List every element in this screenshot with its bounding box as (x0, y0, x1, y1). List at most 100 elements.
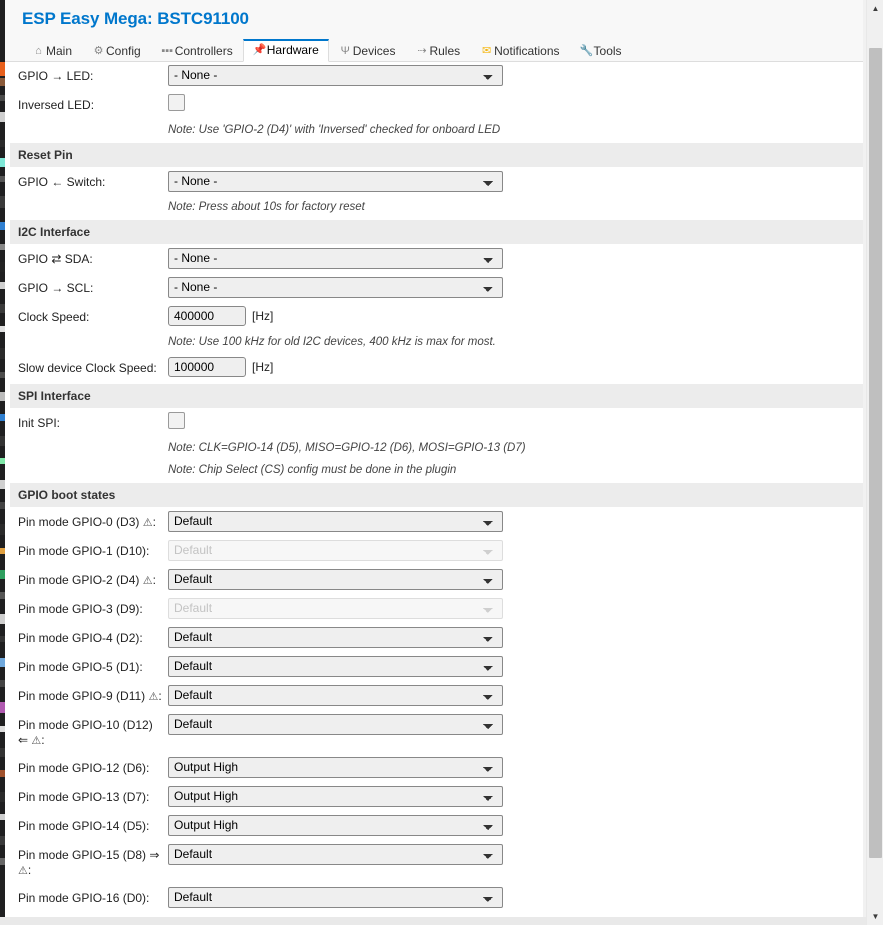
gpio-switch-label: GPIO ← Switch: (18, 175, 106, 189)
clock-speed-input[interactable] (168, 306, 246, 326)
warning-triangle-icon: ⚠ (148, 691, 159, 703)
tab-main[interactable]: ⌂ Main (22, 40, 82, 62)
pin-mode-label-colon: : (146, 891, 150, 905)
gpio-scl-select[interactable]: - None - (168, 277, 503, 298)
pin-mode-row: Pin mode GPIO-9 (D11) ⚠: Default (10, 682, 863, 711)
warning-triangle-icon: ⚠ (142, 575, 153, 587)
slow-clock-speed-input[interactable] (168, 357, 246, 377)
tab-label: Config (106, 44, 141, 58)
tab-label: Main (46, 44, 73, 58)
arrow-right-icon: ⇢ (417, 44, 427, 57)
slow-clock-speed-label: Slow device Clock Speed: (18, 361, 157, 375)
pin-mode-label-text: Pin mode GPIO-12 (D6) (18, 761, 147, 775)
pin-mode-label: Pin mode GPIO-5 (D1): (10, 653, 168, 680)
scrollbar-thumb[interactable] (869, 48, 882, 858)
vertical-scrollbar[interactable]: ▲ ▼ (866, 0, 883, 925)
init-spi-row: Init SPI: (10, 409, 863, 438)
gpio-sda-field: - None - (168, 245, 863, 272)
tab-rules[interactable]: ⇢ Rules (405, 40, 470, 62)
pin-mode-field: Default (168, 595, 863, 622)
warning-triangle-icon: ⚠ (142, 517, 153, 529)
pin-mode-label-colon: : (139, 631, 143, 645)
page-title: ESP Easy Mega: BSTC91100 (22, 9, 249, 28)
i2c-clock-note: Note: Use 100 kHz for old I2C devices, 4… (168, 336, 496, 348)
init-spi-checkbox[interactable] (168, 412, 185, 429)
gpio-led-row: GPIO → LED: - None - (10, 62, 863, 91)
clock-speed-input-unit: [Hz] (252, 309, 274, 323)
pin-mode-label-text: Pin mode GPIO-15 (D8) (18, 848, 147, 862)
pin-mode-label: Pin mode GPIO-14 (D5): (10, 812, 168, 839)
pin-mode-label: Pin mode GPIO-0 (D3) ⚠: (10, 508, 168, 536)
pin-mode-select[interactable]: Output High (168, 757, 503, 778)
pin-mode-select[interactable]: Default (168, 685, 503, 706)
pin-mode-row: Pin mode GPIO-10 (D12) ⇐ ⚠: Default (10, 711, 863, 754)
pin-mode-select[interactable]: Default (168, 627, 503, 648)
gpio-scl-label: GPIO → SCL: (18, 281, 94, 295)
reset-pin-note: Note: Press about 10s for factory reset (168, 201, 365, 213)
tab-notifications[interactable]: ✉ Notifications (470, 40, 569, 62)
spi-note-pins: Note: CLK=GPIO-14 (D5), MISO=GPIO-12 (D6… (168, 442, 526, 454)
pin-mode-label-colon: : (27, 863, 32, 877)
tab-hardware[interactable]: 📌 Hardware (242, 39, 329, 62)
gpio-led-label: GPIO → LED: (18, 69, 94, 83)
pin-mode-label-colon: : (146, 790, 150, 804)
section-header-spi: SPI Interface (10, 383, 863, 409)
pin-mode-field: Output High (168, 812, 863, 839)
pin-mode-label-text: Pin mode GPIO-0 (D3) (18, 515, 140, 529)
pin-mode-label-text: Pin mode GPIO-10 (D12) (18, 718, 153, 732)
warning-triangle-icon: ⚠ (18, 865, 28, 877)
tab-label: Notifications (494, 44, 560, 58)
pin-mode-select[interactable]: Output High (168, 786, 503, 807)
browser-window: ESP Easy Mega: BSTC91100 GPIO → LED: - No… (0, 0, 883, 925)
gpio-sda-select[interactable]: - None - (168, 248, 503, 269)
gpio-led-select[interactable]: - None - (168, 65, 503, 86)
pin-mode-select[interactable]: Default (168, 887, 503, 908)
pin-mode-row: Pin mode GPIO-5 (D1): Default (10, 653, 863, 682)
gpio-switch-select[interactable]: - None - (168, 171, 503, 192)
tab-devices[interactable]: Ψ Devices (329, 40, 406, 62)
pin-mode-select[interactable]: Default (168, 844, 503, 865)
pin-mode-label-text: Pin mode GPIO-5 (D1) (18, 660, 140, 674)
wrench-icon: 🔧 (579, 44, 594, 57)
tab-label: Tools (593, 44, 622, 58)
tab-controllers[interactable]: ▪▪▪ Controllers (151, 40, 243, 62)
pin-mode-row: Pin mode GPIO-15 (D8) ⇒ ⚠: Default (10, 841, 863, 884)
pin-mode-field: Default (168, 653, 863, 680)
pin-mode-label: Pin mode GPIO-1 (D10): (10, 537, 168, 564)
section-header-reset-pin: Reset Pin (10, 142, 863, 168)
home-icon: ⌂ (35, 44, 42, 57)
pin-mode-select[interactable]: Default (168, 569, 503, 590)
gpio-sda-row: GPIO ⇄ SDA: - None - (10, 245, 863, 274)
tab-label: Rules (429, 44, 461, 58)
slow-clock-speed-row: Slow device Clock Speed: [Hz] (10, 354, 863, 383)
tab-config[interactable]: ⚙ Config (82, 40, 151, 62)
page-content: ESP Easy Mega: BSTC91100 GPIO → LED: - No… (5, 0, 863, 925)
clock-speed-label: Clock Speed: (18, 310, 90, 324)
pin-mode-label: Pin mode GPIO-16 (D0): (10, 884, 168, 911)
gpio-scl-row: GPIO → SCL: - None - (10, 274, 863, 303)
plug-icon: Ψ (340, 44, 350, 57)
pin-mode-label: Pin mode GPIO-10 (D12) ⇐ ⚠: (10, 711, 168, 754)
pin-mode-label-text: Pin mode GPIO-4 (D2) (18, 631, 140, 645)
pin-mode-row: Pin mode GPIO-16 (D0): Default (10, 884, 863, 913)
arrow-left-double-icon: ⇐ (18, 733, 29, 747)
inversed-led-row: Inversed LED: (10, 91, 863, 120)
scroll-down-arrow-icon[interactable]: ▼ (867, 908, 883, 925)
inversed-led-checkbox[interactable] (168, 94, 185, 111)
pin-mode-row: Pin mode GPIO-14 (D5): Output High (10, 812, 863, 841)
tab-tools[interactable]: 🔧 Tools (570, 40, 632, 62)
scroll-up-arrow-icon[interactable]: ▲ (867, 0, 883, 17)
pin-mode-row: Pin mode GPIO-12 (D6): Output High (10, 754, 863, 783)
pin-mode-row: Pin mode GPIO-13 (D7): Output High (10, 783, 863, 812)
section-header-i2c: I2C Interface (10, 219, 863, 245)
pin-mode-select[interactable]: Default (168, 714, 503, 735)
pin-mode-label-colon: : (146, 544, 150, 558)
led-note: Note: Use 'GPIO-2 (D4)' with 'Inversed' … (168, 124, 501, 136)
pin-mode-select[interactable]: Default (168, 656, 503, 677)
pin-mode-select[interactable]: Output High (168, 815, 503, 836)
pin-mode-select[interactable]: Default (168, 511, 503, 532)
pin-mode-label: Pin mode GPIO-2 (D4) ⚠: (10, 566, 168, 594)
slow-clock-speed-field: [Hz] (168, 354, 863, 380)
pin-mode-field: Default (168, 884, 863, 911)
pin-mode-label-colon: : (139, 602, 143, 616)
